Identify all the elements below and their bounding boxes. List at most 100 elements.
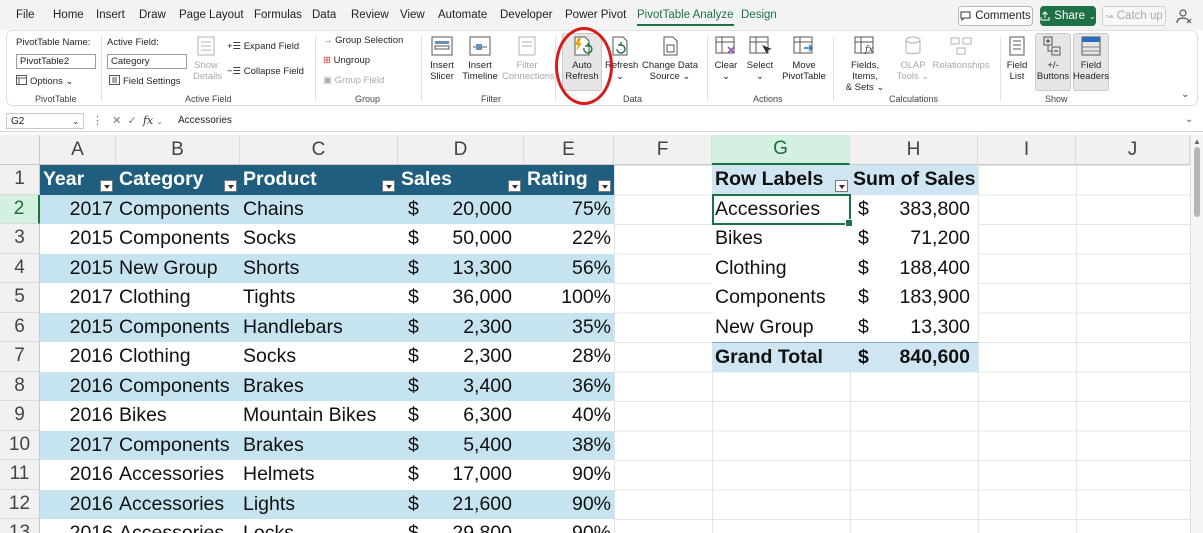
tab-formulas[interactable]: Formulas bbox=[254, 9, 302, 21]
cell-product[interactable]: Lights bbox=[240, 489, 398, 519]
cell-product[interactable]: Mountain Bikes bbox=[240, 401, 398, 431]
cell-category[interactable]: Accessories bbox=[116, 489, 240, 519]
table-header-sales[interactable]: Sales bbox=[398, 165, 524, 195]
pivottable-name-input[interactable]: PivotTable2 bbox=[16, 54, 96, 69]
insert-timeline-button[interactable]: Insert Timeline bbox=[460, 35, 500, 82]
cell-rating[interactable]: 38% bbox=[524, 430, 614, 460]
cell-year[interactable]: 2017 bbox=[40, 194, 116, 224]
cell-category[interactable]: Components bbox=[116, 430, 240, 460]
cell-year[interactable]: 2017 bbox=[40, 430, 116, 460]
row-header-1[interactable]: 1 bbox=[0, 165, 40, 195]
row-header-2[interactable]: 2 bbox=[0, 194, 40, 224]
row-header-6[interactable]: 6 bbox=[0, 312, 40, 342]
group-field-button[interactable]: ▣ Group Field bbox=[323, 75, 384, 86]
cell-sales[interactable]: 2,300 bbox=[428, 342, 524, 372]
cell-category[interactable]: Components bbox=[116, 224, 240, 254]
cell-rating[interactable]: 75% bbox=[524, 194, 614, 224]
tab-data[interactable]: Data bbox=[312, 9, 336, 21]
relationships-button[interactable]: Relationships bbox=[931, 35, 991, 71]
table-header-category[interactable]: Category bbox=[116, 165, 240, 195]
column-header-f[interactable]: F bbox=[614, 135, 712, 165]
show-details-button[interactable]: Show Details bbox=[193, 35, 222, 82]
insert-function-icon[interactable]: fx bbox=[143, 114, 153, 127]
cell-sales[interactable]: 3,400 bbox=[428, 371, 524, 401]
cell-product[interactable]: Locks bbox=[240, 519, 398, 533]
scroll-up-icon[interactable]: ▲ bbox=[1193, 137, 1201, 146]
share-button[interactable]: Share ⌄ bbox=[1040, 6, 1096, 26]
cell-year[interactable]: 2016 bbox=[40, 401, 116, 431]
clear-button[interactable]: Clear ⌄ bbox=[712, 35, 740, 82]
expand-field-button[interactable]: +☰ Expand Field bbox=[227, 41, 299, 52]
cell-rating[interactable]: 36% bbox=[524, 371, 614, 401]
row-header-9[interactable]: 9 bbox=[0, 401, 40, 431]
tab-design[interactable]: Design bbox=[741, 9, 777, 21]
vertical-scrollbar[interactable]: ▲ bbox=[1190, 135, 1203, 533]
change-data-source-button[interactable]: Change Data Source ⌄ bbox=[639, 35, 701, 82]
cell-category[interactable]: Components bbox=[116, 312, 240, 342]
row-header-13[interactable]: 13 bbox=[0, 519, 40, 533]
row-header-8[interactable]: 8 bbox=[0, 371, 40, 401]
cell-category[interactable]: Bikes bbox=[116, 401, 240, 431]
row-header-5[interactable]: 5 bbox=[0, 283, 40, 313]
column-header-a[interactable]: A bbox=[40, 135, 116, 165]
pivot-row-label[interactable]: Clothing bbox=[712, 253, 850, 283]
cell-sales-currency[interactable]: $ bbox=[398, 194, 428, 224]
field-headers-button[interactable]: Field Headers bbox=[1073, 35, 1109, 82]
column-header-h[interactable]: H bbox=[850, 135, 978, 165]
row-header-12[interactable]: 12 bbox=[0, 489, 40, 519]
pivot-grand-total-label[interactable]: Grand Total bbox=[712, 342, 850, 372]
cell-sales-currency[interactable]: $ bbox=[398, 342, 428, 372]
cell-sales-currency[interactable]: $ bbox=[398, 519, 428, 533]
pivot-grand-total-value[interactable]: 840,600 bbox=[880, 342, 978, 372]
catch-up-button[interactable]: ↝ Catch up bbox=[1102, 6, 1166, 26]
cell-product[interactable]: Socks bbox=[240, 224, 398, 254]
fields-items-sets-button[interactable]: fx Fields, Items, & Sets ⌄ bbox=[837, 35, 893, 93]
cell-product[interactable]: Brakes bbox=[240, 371, 398, 401]
cell-rating[interactable]: 90% bbox=[524, 519, 614, 533]
tab-insert[interactable]: Insert bbox=[96, 9, 125, 21]
name-box[interactable]: G2 ⌄ bbox=[6, 113, 84, 129]
move-pivottable-button[interactable]: Move PivotTable bbox=[779, 35, 829, 82]
cell-year[interactable]: 2016 bbox=[40, 460, 116, 490]
row-header-10[interactable]: 10 bbox=[0, 430, 40, 460]
tab-page-layout[interactable]: Page Layout bbox=[179, 9, 244, 21]
cell-product[interactable]: Shorts bbox=[240, 253, 398, 283]
cell-sales[interactable]: 29,800 bbox=[428, 519, 524, 533]
cell-year[interactable]: 2017 bbox=[40, 283, 116, 313]
cell-rating[interactable]: 22% bbox=[524, 224, 614, 254]
pivot-currency[interactable]: $ bbox=[850, 312, 880, 342]
filter-dropdown-icon[interactable] bbox=[382, 180, 395, 192]
group-selection-button[interactable]: → Group Selection bbox=[323, 35, 403, 46]
tab-draw[interactable]: Draw bbox=[139, 9, 166, 21]
pivot-value[interactable]: 71,200 bbox=[880, 224, 978, 254]
pivot-row-label[interactable]: Components bbox=[712, 283, 850, 313]
cell-product[interactable]: Chains bbox=[240, 194, 398, 224]
row-header-7[interactable]: 7 bbox=[0, 342, 40, 372]
cell-sales[interactable]: 5,400 bbox=[428, 430, 524, 460]
cell-category[interactable]: Accessories bbox=[116, 460, 240, 490]
column-header-j[interactable]: J bbox=[1076, 135, 1190, 165]
column-header-g[interactable]: G bbox=[712, 135, 850, 165]
cell-category[interactable]: Accessories bbox=[116, 519, 240, 533]
scroll-thumb[interactable] bbox=[1194, 147, 1200, 217]
tab-file[interactable]: File bbox=[16, 9, 35, 21]
cell-sales[interactable]: 20,000 bbox=[428, 194, 524, 224]
column-header-b[interactable]: B bbox=[116, 135, 240, 165]
cell-sales-currency[interactable]: $ bbox=[398, 460, 428, 490]
pivot-filter-dropdown-icon[interactable] bbox=[835, 180, 848, 192]
table-header-product[interactable]: Product bbox=[240, 165, 398, 195]
tab-view[interactable]: View bbox=[400, 9, 425, 21]
cell-product[interactable]: Socks bbox=[240, 342, 398, 372]
filter-connections-button[interactable]: Filter Connections bbox=[502, 35, 555, 82]
cell-year[interactable]: 2016 bbox=[40, 519, 116, 533]
filter-dropdown-icon[interactable] bbox=[100, 180, 113, 192]
enter-icon[interactable]: ✓ bbox=[128, 115, 137, 127]
cell-product[interactable]: Tights bbox=[240, 283, 398, 313]
cell-sales-currency[interactable]: $ bbox=[398, 253, 428, 283]
field-settings-button[interactable]: Field Settings bbox=[109, 75, 181, 87]
pivot-value[interactable]: 383,800 bbox=[880, 194, 978, 224]
tab-pivottable-analyze[interactable]: PivotTable Analyze bbox=[637, 9, 734, 26]
cell-category[interactable]: Clothing bbox=[116, 342, 240, 372]
expand-formula-bar-icon[interactable]: ⌄ bbox=[1185, 114, 1193, 125]
worksheet-grid[interactable]: A B C D E F G H I J 1 2 3 4 5 6 7 8 9 10 11 12 13 Year Category P… bbox=[0, 135, 1203, 533]
